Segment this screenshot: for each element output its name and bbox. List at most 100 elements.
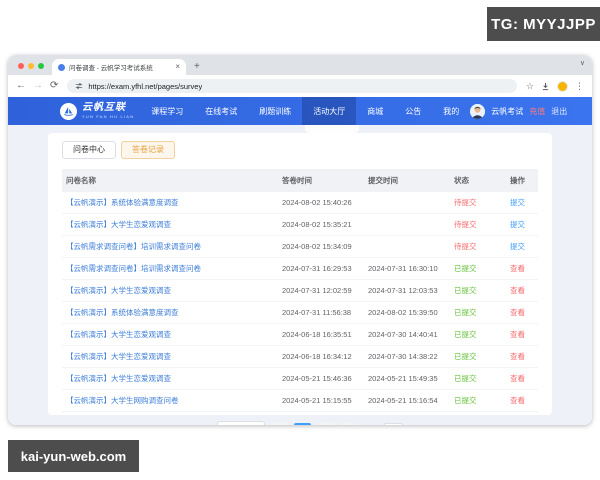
menu-item-公告[interactable]: 公告 [394, 97, 432, 125]
submit-time [364, 241, 450, 251]
survey-card: 问卷中心 答卷记录 问卷名称 答卷时间 提交时间 状态 操作 【云帆演示】系统体验… [48, 133, 552, 425]
download-icon[interactable] [541, 82, 550, 91]
recharge-link[interactable]: 充值 [529, 106, 545, 117]
menu-item-商城[interactable]: 商城 [356, 97, 394, 125]
col-header-action: 操作 [510, 175, 525, 185]
forward-icon[interactable]: → [33, 81, 43, 91]
sail-logo-icon [60, 102, 77, 120]
page-button-1[interactable]: 1 [293, 422, 311, 425]
action-link[interactable]: 查看 [506, 368, 538, 389]
action-link[interactable]: 提交 [506, 214, 538, 235]
survey-name-link[interactable]: 【云帆需求调查问卷】培训需求调查问卷 [62, 236, 278, 257]
status-badge: 已提交 [454, 263, 477, 273]
minimize-window-icon[interactable] [28, 63, 34, 69]
browser-tab[interactable]: 问卷调查 - 云帆学习考试系统 × [52, 59, 186, 75]
survey-name-link[interactable]: 【云帆演示】大学生恋爱观调查 [62, 280, 278, 301]
status-badge: 已提交 [454, 329, 477, 339]
app-logo[interactable]: 云帆互联 YUN FAN HU LIAN [60, 102, 135, 120]
menu-item-在线考试[interactable]: 在线考试 [194, 97, 248, 125]
answer-time: 2024-07-31 16:29:53 [282, 263, 352, 273]
user-area: 云帆考试 充值 退出 [470, 103, 567, 119]
answer-time: 2024-06-18 16:34:12 [282, 351, 352, 361]
tab-答卷记录[interactable]: 答卷记录 [121, 141, 175, 159]
survey-name-link[interactable]: 【云帆演示】系统体验满意度调查 [62, 302, 278, 323]
submit-time: 2024-07-31 16:30:10 [368, 263, 438, 273]
survey-name-link[interactable]: 【云帆演示】大学生恋爱观调查 [62, 368, 278, 389]
action-link[interactable]: 提交 [506, 192, 538, 213]
next-page-button[interactable]: › [339, 422, 357, 425]
main-menu: 课程学习 在线考试 刷题训练 活动大厅 商城 公告 我的 [140, 97, 470, 125]
menu-item-活动大厅[interactable]: 活动大厅 [302, 97, 357, 125]
window-controls [18, 63, 44, 69]
submit-time [364, 197, 450, 207]
status-badge: 已提交 [454, 395, 477, 405]
answer-time: 2024-07-31 12:02:59 [282, 285, 352, 295]
survey-name-link[interactable]: 【云帆需求调查问卷】培训需求调查问卷 [62, 258, 278, 279]
username-label[interactable]: 云帆考试 [491, 106, 523, 117]
survey-name-link[interactable]: 【云帆演示】大学生恋爱观调查 [62, 346, 278, 367]
status-badge: 已提交 [454, 307, 477, 317]
answer-time: 2024-06-18 16:35:51 [282, 329, 352, 339]
logout-link[interactable]: 退出 [551, 106, 567, 117]
survey-name-link[interactable]: 【云帆演示】大学生恋爱观调查 [62, 214, 278, 235]
action-link[interactable]: 查看 [506, 280, 538, 301]
submit-time: 2024-07-30 14:38:22 [368, 351, 438, 361]
table-row: 【云帆演示】大学生恋爱观调查 2024-05-21 15:46:36 2024-05… [62, 368, 538, 390]
table-row: 【云帆演示】大学生恋爱观调查 2024-06-18 16:34:12 2024-07… [62, 346, 538, 368]
survey-tabs: 问卷中心 答卷记录 [62, 141, 538, 159]
table-row: 【云帆需求调查问卷】培训需求调查问卷 2024-07-31 16:29:53 202… [62, 258, 538, 280]
menu-item-课程学习[interactable]: 课程学习 [140, 97, 194, 125]
user-avatar[interactable] [470, 103, 486, 119]
maximize-window-icon[interactable] [38, 63, 44, 69]
total-count-label: 共 12 条 [184, 424, 212, 426]
answer-time: 2024-08-02 15:34:09 [282, 241, 352, 251]
table-body: 【云帆演示】系统体验满意度调查 2024-08-02 15:40:26 待提交 提交【… [62, 192, 538, 412]
site-settings-icon[interactable] [75, 82, 83, 90]
address-bar[interactable]: https://exam.yfhl.net/pages/survey [67, 79, 517, 93]
answer-time: 2024-07-31 11:56:38 [282, 307, 352, 317]
action-link[interactable]: 查看 [506, 390, 538, 411]
tab-问卷中心[interactable]: 问卷中心 [62, 141, 116, 159]
pagination: 共 12 条 10条/页 ▼ ‹ 12 › 前往 页 [62, 420, 538, 426]
status-badge: 待提交 [454, 241, 477, 251]
survey-name-link[interactable]: 【云帆演示】大学生恋爱观调查 [62, 324, 278, 345]
table-row: 【云帆演示】大学生恋爱观调查 2024-08-02 15:35:21 待提交 提交 [62, 214, 538, 236]
answer-time: 2024-08-02 15:35:21 [282, 219, 352, 229]
prev-page-button[interactable]: ‹ [270, 422, 288, 425]
submit-time: 2024-08-02 15:39:50 [368, 307, 438, 317]
answer-time: 2024-05-21 15:15:55 [282, 395, 352, 405]
table-row: 【云帆演示】大学生恋爱观调查 2024-07-31 12:02:59 2024-07… [62, 280, 538, 302]
page-content: 问卷中心 答卷记录 问卷名称 答卷时间 提交时间 状态 操作 【云帆演示】系统体验… [8, 125, 592, 425]
menu-item-刷题训练[interactable]: 刷题训练 [248, 97, 302, 125]
close-tab-icon[interactable]: × [175, 63, 180, 71]
survey-name-link[interactable]: 【云帆演示】大学生网购调查问卷 [62, 390, 278, 411]
page-buttons: 12 [293, 422, 334, 425]
menu-item-我的[interactable]: 我的 [432, 97, 470, 125]
browser-menu-icon[interactable]: ⋮ [575, 81, 584, 92]
close-window-icon[interactable] [18, 63, 24, 69]
back-icon[interactable]: ← [16, 81, 26, 91]
url-text[interactable]: https://exam.yfhl.net/pages/survey [88, 82, 202, 91]
action-link[interactable]: 查看 [506, 302, 538, 323]
site-favicon-icon [58, 63, 65, 71]
browser-profile-avatar[interactable] [557, 80, 568, 92]
page-size-select[interactable]: 10条/页 ▼ [217, 420, 265, 426]
reload-icon[interactable]: ⟳ [50, 81, 58, 91]
new-tab-button[interactable]: + [194, 62, 200, 72]
goto-page-input[interactable] [383, 422, 403, 425]
action-link[interactable]: 查看 [506, 346, 538, 367]
tab-search-chevron-icon[interactable]: ∨ [580, 59, 585, 67]
page-size-value: 10条/页 [223, 424, 248, 426]
page-button-2[interactable]: 2 [316, 422, 334, 425]
answer-time: 2024-08-02 15:40:26 [282, 197, 352, 207]
action-link[interactable]: 提交 [506, 236, 538, 257]
action-link[interactable]: 查看 [506, 324, 538, 345]
submit-time [364, 219, 450, 229]
logo-subtitle: YUN FAN HU LIAN [82, 113, 135, 119]
survey-table: 问卷名称 答卷时间 提交时间 状态 操作 【云帆演示】系统体验满意度调查 2024… [62, 168, 538, 412]
bookmark-star-icon[interactable]: ☆ [526, 81, 534, 92]
action-link[interactable]: 查看 [506, 258, 538, 279]
submit-time: 2024-05-21 15:16:54 [368, 395, 438, 405]
submit-time: 2024-05-21 15:49:35 [368, 373, 438, 383]
survey-name-link[interactable]: 【云帆演示】系统体验满意度调查 [62, 192, 278, 213]
